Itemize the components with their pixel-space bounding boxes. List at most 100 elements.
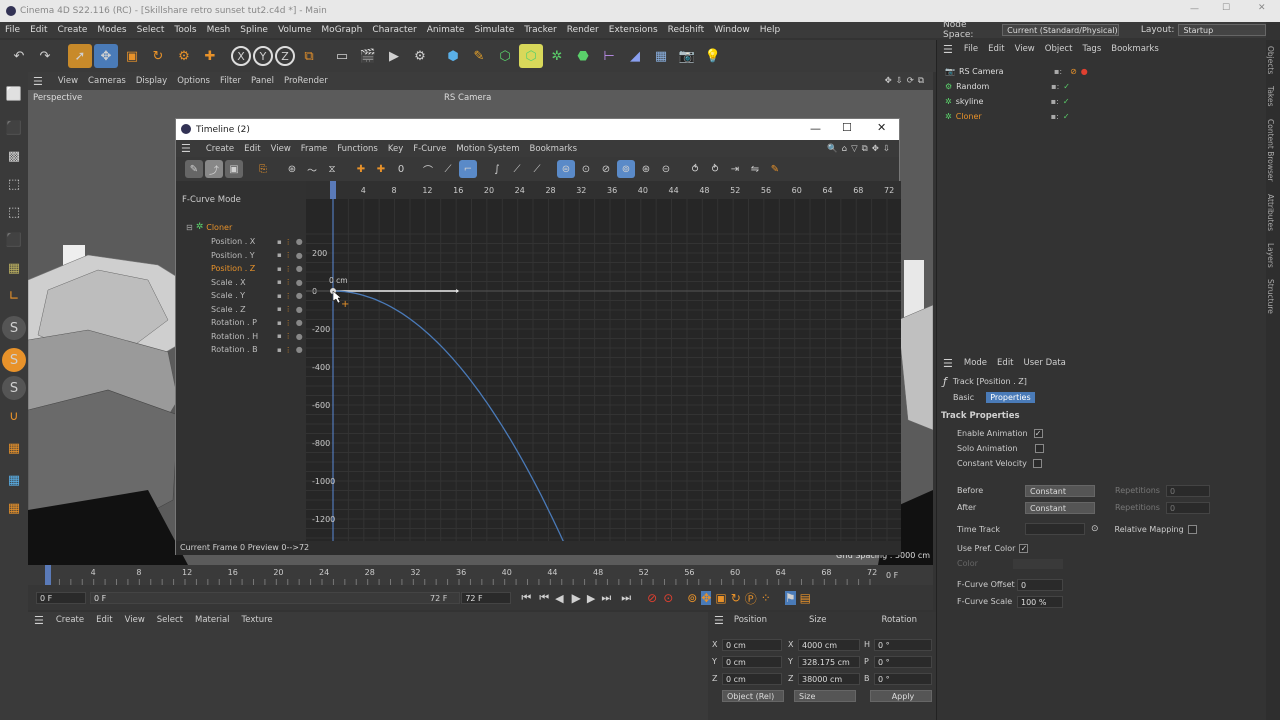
prev-frame-icon[interactable]: ◀: [555, 592, 563, 605]
coord-system-icon[interactable]: ⧉: [297, 44, 321, 68]
track-key-icon[interactable]: ⋮: [285, 319, 292, 327]
linear-icon[interactable]: ⟋: [439, 160, 457, 178]
apply-button[interactable]: Apply: [870, 690, 932, 702]
object-menu-edit[interactable]: Edit: [983, 44, 1009, 54]
attribute-menu-icon[interactable]: ☰: [937, 357, 959, 370]
visibility-icon[interactable]: ▪:: [1054, 67, 1062, 76]
add-key-2-icon[interactable]: ✚: [372, 160, 390, 178]
record-key-icon[interactable]: ⎘: [254, 160, 272, 178]
menu-render[interactable]: Render: [562, 25, 604, 35]
track-key-icon[interactable]: ⋮: [285, 346, 292, 354]
current-frame-marker[interactable]: [330, 181, 336, 199]
timeline-nav-icons[interactable]: 🔍⌂▽⧉✥⇩: [822, 144, 899, 154]
scheme-icon[interactable]: ⚑: [784, 591, 796, 605]
recent-tool-icon[interactable]: ⚙: [172, 44, 196, 68]
nodespace-dropdown[interactable]: Current (Standard/Physical): [1002, 24, 1119, 36]
clamp-icon[interactable]: ⊛: [637, 160, 655, 178]
ease-in-icon[interactable]: ⟋: [508, 160, 526, 178]
menu-tools[interactable]: Tools: [169, 25, 201, 35]
offset-icon[interactable]: ⇥: [726, 160, 744, 178]
lock-plane-icon[interactable]: ▦: [2, 496, 26, 520]
redo-icon[interactable]: ↷: [33, 44, 57, 68]
polygons-mode-icon[interactable]: ⬛: [2, 228, 26, 252]
track-row[interactable]: Rotation . B ▪ ⋮ ●: [176, 343, 306, 357]
track-lock-icon[interactable]: ▪: [277, 332, 282, 340]
uv-mode-icon[interactable]: ▦: [2, 256, 26, 280]
track-row[interactable]: Position . Y ▪ ⋮ ●: [176, 249, 306, 263]
x-axis-icon[interactable]: X: [231, 46, 251, 66]
track-lock-icon[interactable]: ▪: [277, 292, 282, 300]
menu-edit[interactable]: Edit: [25, 25, 52, 35]
object-row[interactable]: ✲ skyline ▪: ✓: [937, 94, 1266, 109]
track-lock-icon[interactable]: ▪: [277, 238, 282, 246]
range-start-field[interactable]: 0 F: [90, 592, 460, 604]
z-axis-icon[interactable]: Z: [275, 46, 295, 66]
timeline-menu-motion-system[interactable]: Motion System: [451, 144, 524, 154]
add-key-icon[interactable]: ✚: [352, 160, 370, 178]
track-dot-icon[interactable]: ●: [296, 345, 303, 354]
rs-tag-icon[interactable]: ●: [1081, 67, 1088, 76]
menu-redshift[interactable]: Redshift: [663, 25, 710, 35]
tag-icon[interactable]: ⊘: [1070, 67, 1077, 76]
timeline-menu-frame[interactable]: Frame: [296, 144, 332, 154]
overshoot-icon[interactable]: ⊝: [657, 160, 675, 178]
track-key-icon[interactable]: ⋮: [285, 278, 292, 286]
ping-pong-icon[interactable]: ⥁: [706, 160, 724, 178]
menu-help[interactable]: Help: [755, 25, 786, 35]
object-menu-object[interactable]: Object: [1040, 44, 1078, 54]
track-row[interactable]: Position . Z ▪ ⋮ ●: [176, 262, 306, 276]
menu-mograph[interactable]: MoGraph: [316, 25, 367, 35]
visibility-icon[interactable]: ▪:: [1051, 82, 1059, 91]
close-button[interactable]: ✕: [1258, 3, 1266, 13]
current-frame-field[interactable]: 0 F: [36, 592, 86, 604]
spline-icon[interactable]: ∫: [488, 160, 506, 178]
menu-mesh[interactable]: Mesh: [202, 25, 236, 35]
viewport-menu-filter[interactable]: Filter: [215, 76, 246, 86]
magnet-icon[interactable]: ∪: [2, 404, 26, 428]
menu-character[interactable]: Character: [367, 25, 421, 35]
dopesheet-mode-icon[interactable]: ▣: [225, 160, 243, 178]
track-dot-icon[interactable]: ●: [296, 291, 303, 300]
play-icon[interactable]: ▶: [572, 591, 581, 605]
material-menu-material[interactable]: Material: [189, 615, 236, 625]
material-menu-texture[interactable]: Texture: [236, 615, 279, 625]
timeline-menu-view[interactable]: View: [266, 144, 296, 154]
viewport-nav-icons[interactable]: ✥⇩⟳⧉: [880, 76, 933, 86]
tab-basic[interactable]: Basic: [949, 392, 978, 403]
rotation-field[interactable]: 0 °: [874, 672, 932, 685]
track-dot-icon[interactable]: ●: [296, 264, 303, 273]
floor-icon[interactable]: ▦: [649, 44, 673, 68]
tangent-icon[interactable]: ⌒: [419, 160, 437, 178]
render-view-icon[interactable]: 🎬: [356, 44, 380, 68]
render-picture-icon[interactable]: ▶: [382, 44, 406, 68]
check-icon[interactable]: ✓: [1063, 82, 1070, 91]
workplane-icon[interactable]: ▦: [2, 436, 26, 460]
track-dot-icon[interactable]: ●: [296, 251, 303, 260]
points-mode-icon[interactable]: ⬚: [2, 172, 26, 196]
loop-icon[interactable]: ⥀: [686, 160, 704, 178]
main-playhead[interactable]: [45, 565, 51, 585]
generator-icon[interactable]: ⬡: [493, 44, 517, 68]
track-dot-icon[interactable]: ●: [296, 278, 303, 287]
size-field[interactable]: 38000 cm: [798, 672, 860, 685]
grid-icon[interactable]: ▦: [2, 468, 26, 492]
check-icon[interactable]: ✓: [1063, 97, 1070, 106]
render-settings-icon[interactable]: ⚙: [408, 44, 432, 68]
material-menu-icon[interactable]: ☰: [28, 614, 50, 627]
position-field[interactable]: 0 cm: [722, 638, 782, 651]
object-mode-icon[interactable]: ⬛: [2, 116, 26, 140]
tangent-lock-icon[interactable]: ⊜: [557, 160, 575, 178]
track-lock-icon[interactable]: ▪: [277, 278, 282, 286]
timeline-menu-f-curve[interactable]: F-Curve: [408, 144, 451, 154]
track-key-icon[interactable]: ⋮: [285, 292, 292, 300]
track-key-icon[interactable]: ⋮: [285, 332, 292, 340]
scale-icon[interactable]: ▣: [120, 44, 144, 68]
timeline-menu-edit[interactable]: Edit: [239, 144, 265, 154]
field-icon[interactable]: ◢: [623, 44, 647, 68]
track-key-icon[interactable]: ⋮: [285, 265, 292, 273]
enable-animation-checkbox[interactable]: ✓: [1033, 429, 1043, 438]
coord-mode-dropdown[interactable]: Object (Rel): [722, 690, 784, 702]
mograph-icon[interactable]: ⬣: [571, 44, 595, 68]
track-dot-icon[interactable]: ●: [296, 318, 303, 327]
y-axis-icon[interactable]: Y: [253, 46, 273, 66]
